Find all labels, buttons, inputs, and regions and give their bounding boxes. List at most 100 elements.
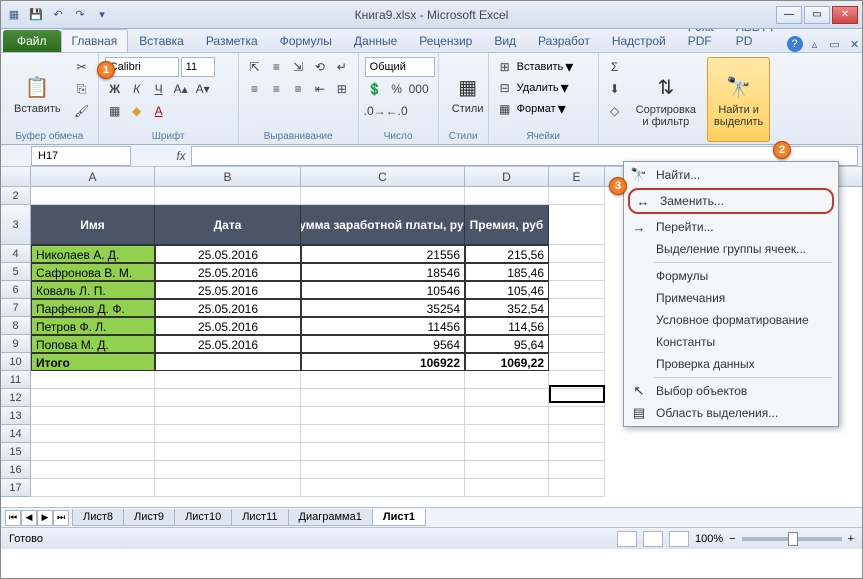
zoom-out-icon[interactable]: − xyxy=(729,533,735,545)
increase-font-icon[interactable]: A▴ xyxy=(171,79,191,99)
normal-view-icon[interactable] xyxy=(617,531,637,547)
insert-tab[interactable]: Вставка xyxy=(128,29,195,52)
align-middle-icon[interactable]: ≡ xyxy=(266,57,286,77)
menu-comments[interactable]: Примечания xyxy=(626,287,836,309)
italic-button[interactable]: К xyxy=(127,79,147,99)
find-select-button[interactable]: 🔭 Найти и выделить xyxy=(707,57,770,142)
developer-tab[interactable]: Разработ xyxy=(527,29,601,52)
menu-validation[interactable]: Проверка данных xyxy=(626,353,836,375)
minimize-button[interactable]: — xyxy=(776,6,802,24)
home-tab[interactable]: Главная xyxy=(61,29,129,52)
fill-color-icon[interactable]: ◆ xyxy=(127,101,147,121)
format-cells-button[interactable]: ▦Формат ▾ xyxy=(495,99,592,119)
row-header[interactable]: 2 xyxy=(1,187,31,205)
redo-icon[interactable]: ↷ xyxy=(71,6,89,24)
col-header-d[interactable]: D xyxy=(465,167,549,186)
underline-button[interactable]: Ч xyxy=(149,79,169,99)
menu-formulas[interactable]: Формулы xyxy=(626,265,836,287)
table-cell[interactable]: Николаев А. Д. xyxy=(31,245,155,263)
sheet-nav-next-icon[interactable]: ▶ xyxy=(37,510,53,526)
decrease-decimal-icon[interactable]: ←.0 xyxy=(387,101,407,121)
header-date[interactable]: Дата xyxy=(155,205,301,245)
qat-more-icon[interactable]: ▾ xyxy=(93,6,111,24)
undo-icon[interactable]: ↶ xyxy=(49,6,67,24)
sheet-tab[interactable]: Лист10 xyxy=(174,509,232,526)
file-tab[interactable]: Файл xyxy=(3,30,61,52)
sort-filter-button[interactable]: ⇅ Сортировка и фильтр xyxy=(629,57,703,142)
col-header-e[interactable]: E xyxy=(549,167,605,186)
maximize-button[interactable]: ▭ xyxy=(804,6,830,24)
excel-icon[interactable]: ▦ xyxy=(5,6,23,24)
wrap-text-icon[interactable]: ↵ xyxy=(332,57,352,77)
sheet-nav-first-icon[interactable]: ⏮ xyxy=(5,510,21,526)
row-header[interactable]: 9 xyxy=(1,335,31,353)
zoom-level[interactable]: 100% xyxy=(695,533,723,545)
formulas-tab[interactable]: Формулы xyxy=(269,29,343,52)
header-salary[interactable]: Сумма заработной платы, руб. xyxy=(301,205,465,245)
align-bottom-icon[interactable]: ⇲ xyxy=(288,57,308,77)
zoom-in-icon[interactable]: + xyxy=(848,533,854,545)
help-icon[interactable]: ? xyxy=(787,36,803,52)
sheet-tab[interactable]: Лист9 xyxy=(123,509,175,526)
layout-tab[interactable]: Разметка xyxy=(195,29,269,52)
row-header[interactable]: 8 xyxy=(1,317,31,335)
header-bonus[interactable]: Премия, руб xyxy=(465,205,549,245)
sheet-tab[interactable]: Лист11 xyxy=(231,509,288,526)
menu-find[interactable]: 🔭Найти... xyxy=(626,164,836,186)
fx-icon[interactable]: fx xyxy=(171,149,191,163)
insert-cells-button[interactable]: ⊞Вставить ▾ xyxy=(495,57,592,77)
cut-icon[interactable]: ✂ xyxy=(72,57,92,77)
percent-icon[interactable]: % xyxy=(387,79,407,99)
merge-icon[interactable]: ⊞ xyxy=(332,79,352,99)
increase-decimal-icon[interactable]: .0→ xyxy=(365,101,385,121)
row-header[interactable]: 7 xyxy=(1,299,31,317)
menu-constants[interactable]: Константы xyxy=(626,331,836,353)
save-icon[interactable]: 💾 xyxy=(27,6,45,24)
doc-close-icon[interactable]: ✕ xyxy=(847,36,863,52)
header-name[interactable]: Имя xyxy=(31,205,155,245)
clear-icon[interactable]: ◇ xyxy=(605,101,625,121)
close-button[interactable]: ✕ xyxy=(832,6,858,24)
col-header-b[interactable]: B xyxy=(155,167,301,186)
format-painter-icon[interactable]: 🖌 xyxy=(72,101,92,121)
fill-icon[interactable]: ⬇ xyxy=(605,79,625,99)
name-box[interactable]: H17 xyxy=(31,146,131,166)
select-all-corner[interactable] xyxy=(1,167,31,186)
font-color-icon[interactable]: A xyxy=(149,101,169,121)
sheet-tab-active[interactable]: Лист1 xyxy=(372,509,426,526)
copy-icon[interactable]: ⎘ xyxy=(72,79,92,99)
align-left-icon[interactable]: ≡ xyxy=(245,79,265,99)
orientation-icon[interactable]: ⟲ xyxy=(310,57,330,77)
row-header[interactable]: 5 xyxy=(1,263,31,281)
styles-button[interactable]: ▦ Стили xyxy=(445,57,491,129)
border-icon[interactable]: ▦ xyxy=(105,101,125,121)
sheet-nav-last-icon[interactable]: ⏭ xyxy=(53,510,69,526)
review-tab[interactable]: Рецензир xyxy=(408,29,483,52)
page-layout-view-icon[interactable] xyxy=(643,531,663,547)
addins-tab[interactable]: Надстрой xyxy=(601,29,677,52)
paste-button[interactable]: 📋 Вставить xyxy=(7,57,68,129)
doc-restore-icon[interactable]: ▭ xyxy=(827,36,843,52)
align-right-icon[interactable]: ≡ xyxy=(288,79,308,99)
sheet-tab[interactable]: Диаграмма1 xyxy=(288,509,373,526)
align-top-icon[interactable]: ⇱ xyxy=(245,57,265,77)
row-header[interactable]: 3 xyxy=(1,205,31,245)
decrease-font-icon[interactable]: A▾ xyxy=(193,79,213,99)
row-header[interactable]: 10 xyxy=(1,353,31,371)
comma-icon[interactable]: 000 xyxy=(409,79,429,99)
currency-icon[interactable]: 💲 xyxy=(365,79,385,99)
bold-button[interactable]: Ж xyxy=(105,79,125,99)
col-header-c[interactable]: C xyxy=(301,167,465,186)
align-center-icon[interactable]: ≡ xyxy=(266,79,286,99)
font-name-combo[interactable]: Calibri xyxy=(105,57,179,77)
menu-replace[interactable]: ↔Заменить... xyxy=(628,188,834,214)
col-header-a[interactable]: A xyxy=(31,167,155,186)
row-header[interactable]: 6 xyxy=(1,281,31,299)
delete-cells-button[interactable]: ⊟Удалить ▾ xyxy=(495,78,592,98)
sheet-tab[interactable]: Лист8 xyxy=(72,509,124,526)
sheet-nav-prev-icon[interactable]: ◀ xyxy=(21,510,37,526)
font-size-combo[interactable]: 11 xyxy=(181,57,215,77)
page-break-view-icon[interactable] xyxy=(669,531,689,547)
menu-select-objects[interactable]: ↖Выбор объектов xyxy=(626,380,836,402)
ribbon-minimize-icon[interactable]: ▵ xyxy=(807,36,823,52)
